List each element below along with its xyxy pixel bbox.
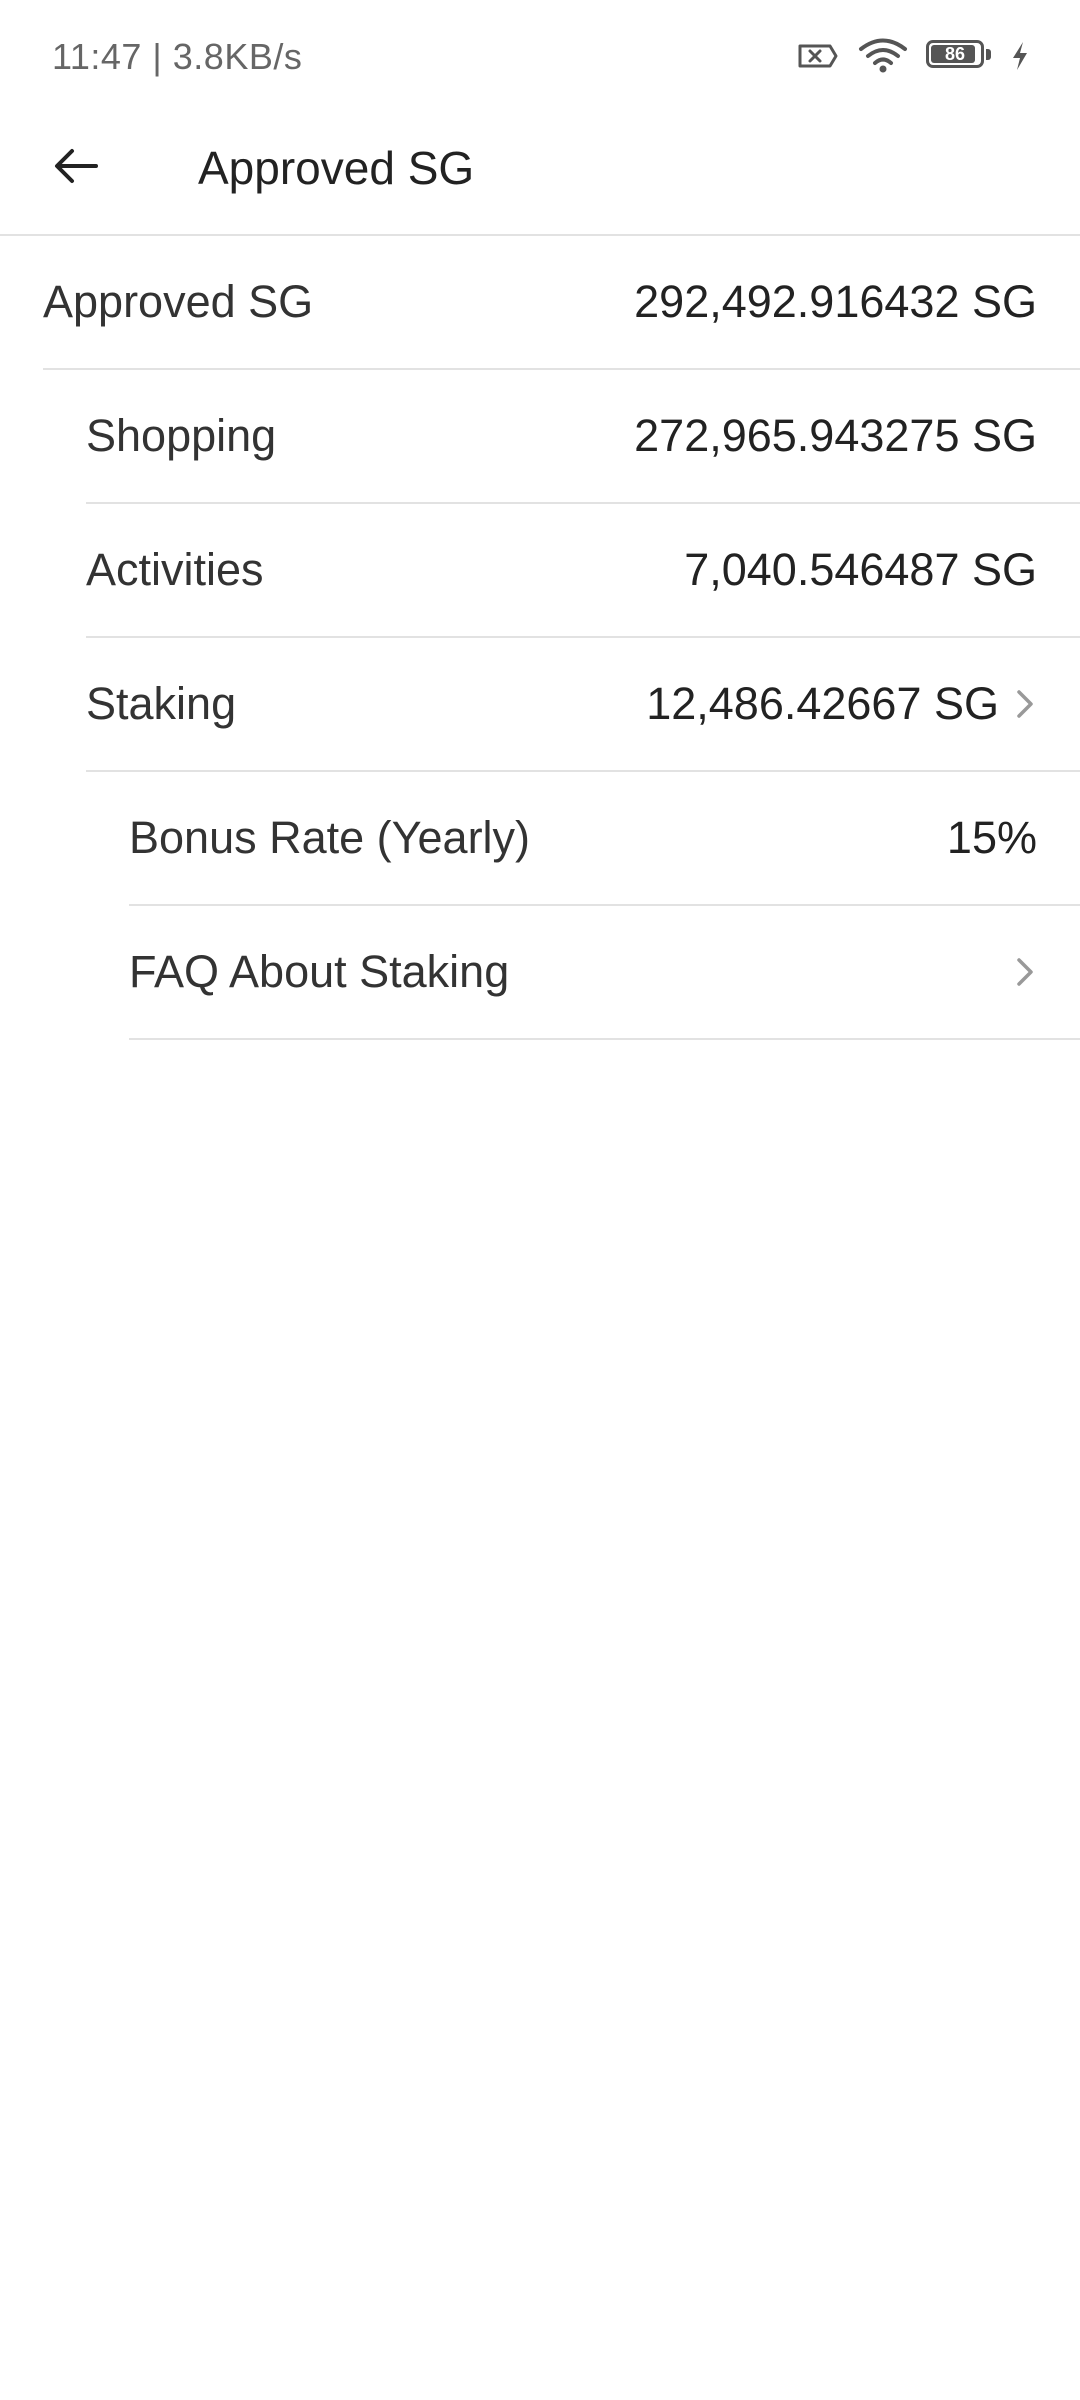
bonus-rate-right: 15%: [947, 812, 1037, 864]
page-title: Approved SG: [198, 142, 475, 194]
status-bar: 11:47 | 3.8KB/s 86: [0, 0, 1080, 110]
staking-row[interactable]: Staking 12,486.42667 SG: [86, 638, 1080, 772]
back-arrow-icon: [52, 142, 100, 195]
bonus-rate-label: Bonus Rate (Yearly): [129, 812, 531, 863]
chevron-right-icon: [1013, 954, 1037, 990]
status-time-speed: 11:47 | 3.8KB/s: [52, 36, 303, 77]
activities-label: Activities: [86, 544, 264, 595]
staking-label: Staking: [86, 678, 237, 729]
battery-icon: 86: [926, 40, 992, 72]
staking-right: 12,486.42667 SG: [646, 678, 1037, 730]
approved-sg-value: 292,492.916432 SG: [634, 276, 1037, 327]
shopping-value: 272,965.943275 SG: [634, 410, 1037, 461]
back-button[interactable]: [40, 132, 112, 204]
battery-level: 86: [944, 44, 966, 64]
bonus-rate-row: Bonus Rate (Yearly) 15%: [129, 772, 1080, 906]
approved-sg-label: Approved SG: [43, 276, 314, 327]
approved-sg-right: 292,492.916432 SG: [634, 276, 1037, 328]
faq-staking-right: [999, 954, 1037, 990]
status-icons: 86: [796, 36, 1030, 76]
shopping-label: Shopping: [86, 410, 277, 461]
shopping-right: 272,965.943275 SG: [634, 410, 1037, 462]
staking-value: 12,486.42667 SG: [646, 678, 999, 729]
faq-staking-row[interactable]: FAQ About Staking: [129, 906, 1080, 1040]
bonus-rate-value: 15%: [946, 812, 1037, 863]
activities-right: 7,040.546487 SG: [684, 544, 1037, 596]
approved-sg-list: Approved SG 292,492.916432 SG Shopping 2…: [0, 236, 1080, 1040]
wifi-icon: [858, 38, 908, 74]
faq-staking-label: FAQ About Staking: [129, 946, 510, 997]
activities-value: 7,040.546487 SG: [684, 544, 1037, 595]
shopping-row: Shopping 272,965.943275 SG: [86, 370, 1080, 504]
approved-sg-row: Approved SG 292,492.916432 SG: [43, 236, 1080, 370]
charging-icon: [1010, 41, 1030, 71]
activities-row: Activities 7,040.546487 SG: [86, 504, 1080, 638]
app-header: Approved SG: [0, 110, 1080, 236]
chevron-right-icon: [1013, 686, 1037, 722]
sim-off-icon: [796, 40, 840, 72]
